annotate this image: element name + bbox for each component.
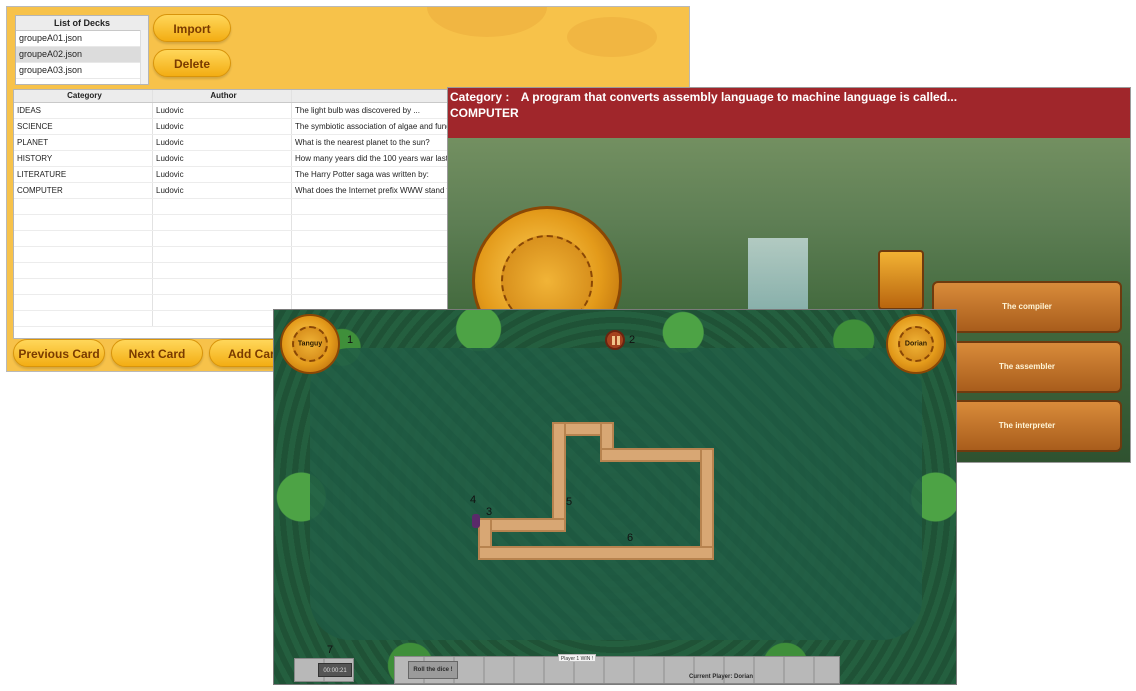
marker-number: 1: [347, 334, 354, 346]
table-header: Category Author: [14, 90, 452, 103]
winner-banner: Player 1 WIN !: [558, 654, 596, 662]
palm-decoration: [427, 7, 547, 37]
cell-author: Ludovic: [153, 183, 292, 198]
cell-question: The symbiotic association of algae and f…: [292, 119, 452, 134]
cell-question: The light bulb was discovered by ...: [292, 103, 452, 118]
roll-dice-button[interactable]: Roll the dice !: [408, 661, 458, 679]
deck-list-item[interactable]: groupeA03.json: [16, 63, 148, 79]
empty-row: [14, 215, 452, 231]
column-header-question[interactable]: [292, 90, 452, 102]
column-header-author[interactable]: Author: [153, 90, 292, 102]
category-value: COMPUTER: [450, 106, 519, 120]
cell-question: What does the Internet prefix WWW stand …: [292, 183, 452, 198]
path-segment: [552, 422, 566, 532]
empty-row: [14, 247, 452, 263]
answer-button[interactable]: The compiler: [932, 281, 1122, 333]
answer-button[interactable]: The interpreter: [932, 400, 1122, 452]
table-row[interactable]: HISTORY Ludovic How many years did the 1…: [14, 151, 452, 167]
previous-card-button[interactable]: Previous Card: [13, 339, 105, 367]
cell-category: PLANET: [14, 135, 153, 150]
cell-author: Ludovic: [153, 151, 292, 166]
totem-statue: [878, 250, 924, 310]
table-row[interactable]: SCIENCE Ludovic The symbiotic associatio…: [14, 119, 452, 135]
player-pawn: [472, 514, 480, 528]
timer-display: 00:00:21: [318, 663, 352, 677]
delete-button[interactable]: Delete: [153, 49, 231, 77]
player-name-left: Tanguy: [297, 340, 323, 348]
cell-question: The Harry Potter saga was written by:: [292, 167, 452, 182]
cell-category: SCIENCE: [14, 119, 153, 134]
marker-number: 6: [627, 532, 634, 544]
table-row[interactable]: IDEAS Ludovic The light bulb was discove…: [14, 103, 452, 119]
player-name-right: Dorian: [904, 340, 928, 348]
table-row[interactable]: PLANET Ludovic What is the nearest plane…: [14, 135, 452, 151]
pause-button[interactable]: [605, 330, 625, 350]
question-banner: Category : A program that converts assem…: [448, 88, 1130, 138]
deck-list-header: List of Decks: [16, 16, 148, 31]
player-coin-right: Dorian: [886, 314, 946, 374]
cell-author: Ludovic: [153, 135, 292, 150]
cell-question: What is the nearest planet to the sun?: [292, 135, 452, 150]
cell-category: COMPUTER: [14, 183, 153, 198]
deck-list-scrollbar[interactable]: [140, 30, 148, 84]
cell-category: HISTORY: [14, 151, 153, 166]
deck-list[interactable]: List of Decks groupeA01.json groupeA02.j…: [15, 15, 149, 85]
marker-number: 4: [470, 494, 477, 506]
answer-button[interactable]: The assembler: [932, 341, 1122, 393]
board-window: Tanguy Dorian 1 2 3 4 5 6 7 9 00:00:21 R…: [273, 309, 957, 685]
empty-row: [14, 199, 452, 215]
waterfall-decoration: [748, 238, 808, 318]
category-prefix: Category :: [450, 90, 510, 104]
marker-number: 2: [629, 334, 636, 346]
table-row[interactable]: LITERATURE Ludovic The Harry Potter saga…: [14, 167, 452, 183]
empty-row: [14, 263, 452, 279]
cell-author: Ludovic: [153, 167, 292, 182]
table-row[interactable]: COMPUTER Ludovic What does the Internet …: [14, 183, 452, 199]
player-coin-left: Tanguy: [280, 314, 340, 374]
cell-author: Ludovic: [153, 119, 292, 134]
cell-author: Ludovic: [153, 103, 292, 118]
marker-number: 5: [566, 496, 573, 508]
column-header-category[interactable]: Category: [14, 90, 153, 102]
next-card-button[interactable]: Next Card: [111, 339, 203, 367]
card-table: Category Author IDEAS Ludovic The light …: [13, 89, 453, 339]
question-text: A program that converts assembly languag…: [520, 90, 958, 104]
palm-decoration: [567, 17, 657, 57]
path-segment: [700, 448, 714, 560]
current-player-label: Current Player: Dorian: [689, 674, 754, 680]
deck-list-item[interactable]: groupeA01.json: [16, 31, 148, 47]
path-segment: [600, 448, 714, 462]
bottom-bar: 00:00:21 Roll the dice ! Player 1 WIN ! …: [274, 652, 956, 684]
stone-wall: [394, 656, 840, 684]
marker-number: 3: [486, 506, 493, 518]
empty-row: [14, 279, 452, 295]
cell-question: How many years did the 100 years war las…: [292, 151, 452, 166]
path-segment: [478, 546, 714, 560]
cell-category: IDEAS: [14, 103, 153, 118]
cell-category: LITERATURE: [14, 167, 153, 182]
empty-row: [14, 231, 452, 247]
import-button[interactable]: Import: [153, 14, 231, 42]
deck-list-item[interactable]: groupeA02.json: [16, 47, 148, 63]
board-area: [310, 348, 922, 640]
